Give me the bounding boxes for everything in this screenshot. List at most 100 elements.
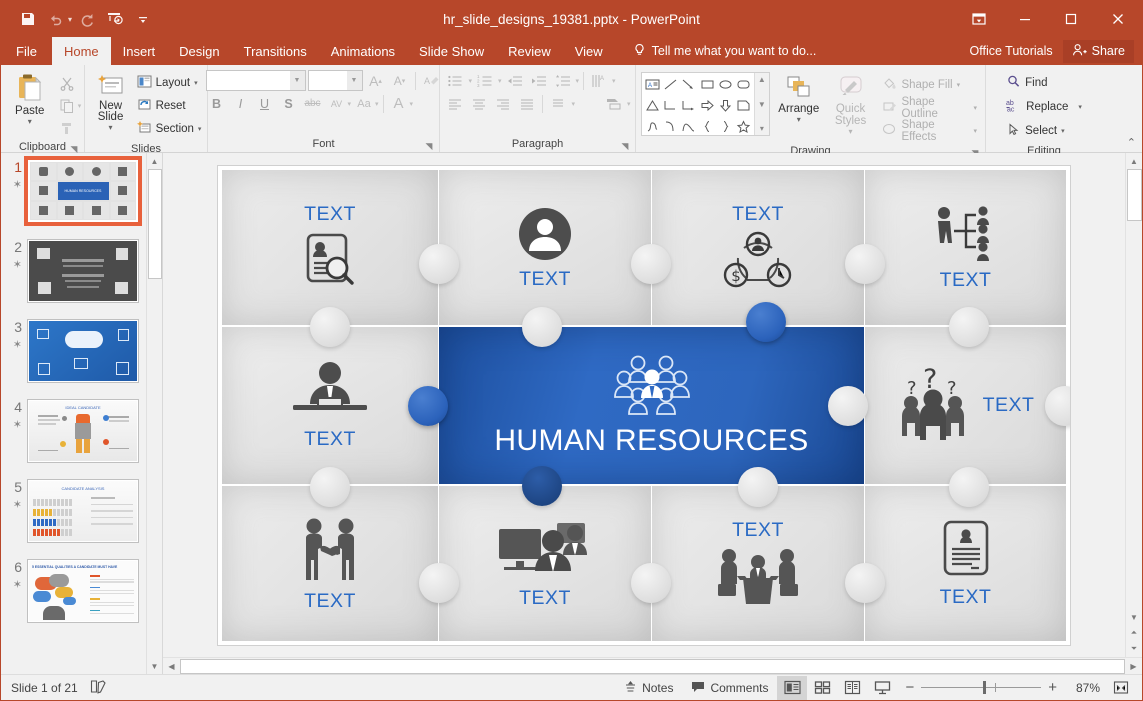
- close-icon[interactable]: [1094, 1, 1142, 37]
- tab-insert[interactable]: Insert: [111, 37, 168, 65]
- font-size-dropdown-icon[interactable]: ▼: [346, 71, 362, 90]
- format-painter-button[interactable]: [56, 117, 78, 138]
- account-name[interactable]: Office Tutorials: [960, 44, 1063, 58]
- shapes-scroll-up-icon[interactable]: ▲: [758, 75, 766, 84]
- italic-button[interactable]: I: [230, 93, 252, 114]
- thumbnail-slide-3[interactable]: [27, 319, 139, 383]
- previous-slide-icon[interactable]: ⏶: [1126, 625, 1142, 641]
- next-slide-icon[interactable]: ⏷: [1126, 641, 1142, 657]
- shapes-scroll-down-icon[interactable]: ▼: [758, 100, 766, 109]
- copy-button[interactable]: [56, 95, 78, 116]
- share-button[interactable]: Share: [1062, 39, 1134, 63]
- shape-pentagon-icon[interactable]: [735, 95, 753, 116]
- tab-view[interactable]: View: [563, 37, 615, 65]
- puzzle-piece-r1c2[interactable]: TEXT: [439, 169, 651, 325]
- shape-fill-button[interactable]: Shape Fill ▾: [879, 74, 980, 96]
- strikethrough-button[interactable]: abc: [302, 93, 324, 114]
- reading-view-button[interactable]: [837, 676, 867, 700]
- slideshow-button[interactable]: [867, 676, 897, 700]
- tab-home[interactable]: Home: [51, 37, 111, 65]
- shape-down-arrow-icon[interactable]: [716, 95, 734, 116]
- shapes-gallery[interactable]: A ▲ ▼ ▾: [641, 72, 770, 136]
- zoom-slider-handle[interactable]: [983, 681, 987, 694]
- thumbnail-scroll-down-icon[interactable]: ▼: [146, 658, 162, 674]
- puzzle-piece-r2c4[interactable]: ? ? ? TEXT: [865, 326, 1066, 484]
- undo-icon[interactable]: [43, 6, 69, 32]
- increase-font-size-button[interactable]: A ▴: [365, 70, 387, 91]
- arrange-button[interactable]: Arrange ▾: [776, 72, 822, 124]
- increase-indent-button[interactable]: [528, 70, 550, 91]
- shape-triangle-icon[interactable]: [643, 95, 661, 116]
- convert-smartart-button[interactable]: [603, 93, 625, 114]
- shape-oval-icon[interactable]: [716, 74, 734, 95]
- shape-outline-button[interactable]: Shape Outline ▾: [879, 96, 980, 120]
- slide-sorter-button[interactable]: [807, 676, 837, 700]
- plus-icon[interactable]: +: [1048, 680, 1057, 695]
- slide-canvas[interactable]: TEXT TEXT TEXT $ TEXT TEXT HUMAN RESOURC…: [218, 165, 1070, 645]
- layout-button[interactable]: Layout ▾: [134, 72, 205, 94]
- slide-horizontal-scrollbar[interactable]: ◀ ▶: [163, 657, 1142, 674]
- fit-to-window-button[interactable]: [1108, 677, 1134, 699]
- new-slide-button[interactable]: New Slide ▾: [88, 70, 134, 132]
- thumbnail-scrollbar-thumb[interactable]: [147, 169, 162, 279]
- tab-slide-show[interactable]: Slide Show: [407, 37, 496, 65]
- shape-elbow-arrow-icon[interactable]: [680, 95, 698, 116]
- puzzle-piece-r3c3[interactable]: TEXT: [652, 485, 864, 641]
- section-button[interactable]: Section ▾: [134, 118, 205, 140]
- thumbnail-slide-6[interactable]: 5 ESSENTIAL QUALITIES A CANDIDATE MUST H…: [27, 559, 139, 623]
- start-slideshow-icon[interactable]: [102, 6, 128, 32]
- shape-scribble-icon[interactable]: [643, 116, 661, 137]
- thumbnail-row[interactable]: 3 ✶: [7, 319, 162, 383]
- paste-button[interactable]: Paste ▾: [4, 70, 56, 126]
- thumbnail-row[interactable]: 6 ✶ 5 ESSENTIAL QUALITIES A CANDIDATE MUS…: [7, 559, 162, 623]
- puzzle-piece-center-human-resources[interactable]: HUMAN RESOURCES: [439, 326, 864, 484]
- ribbon-display-options-icon[interactable]: [956, 1, 1002, 37]
- columns-button[interactable]: [547, 93, 569, 114]
- shape-curve-icon[interactable]: [661, 116, 679, 137]
- tab-review[interactable]: Review: [496, 37, 563, 65]
- thumbnail-row[interactable]: 4 ✶ IDEAL CANDIDATE: [7, 399, 162, 463]
- shape-rectangle-icon[interactable]: [698, 74, 716, 95]
- puzzle-piece-r3c2[interactable]: TEXT: [439, 485, 651, 641]
- puzzle-piece-r1c1[interactable]: TEXT: [222, 169, 438, 325]
- thumbnail-row[interactable]: 5 ✶ CANDIDATE ANALYSIS: [7, 479, 162, 543]
- thumbnail-row[interactable]: 1 ✶ HUMAN RESOURCES: [7, 156, 162, 226]
- minimize-icon[interactable]: [1002, 1, 1048, 37]
- slide-scroll-left-icon[interactable]: ◀: [163, 658, 180, 675]
- bold-button[interactable]: B: [206, 93, 228, 114]
- replace-button[interactable]: ab ac Replace ▾: [1003, 96, 1085, 118]
- slide-vscroll-thumb[interactable]: [1126, 169, 1142, 221]
- shape-effects-button[interactable]: Shape Effects ▾: [879, 119, 980, 143]
- hscroll-track[interactable]: [180, 658, 1125, 674]
- undo-dropdown-icon[interactable]: ▾: [68, 15, 72, 24]
- tab-transitions[interactable]: Transitions: [232, 37, 319, 65]
- minus-icon[interactable]: −: [905, 680, 914, 695]
- restore-icon[interactable]: [1048, 1, 1094, 37]
- shapes-more-icon[interactable]: ▾: [760, 124, 764, 133]
- thumbnail-slide-2[interactable]: [27, 239, 139, 303]
- tab-file[interactable]: File: [1, 37, 52, 65]
- decrease-indent-button[interactable]: [504, 70, 526, 91]
- customize-qat-icon[interactable]: [130, 6, 156, 32]
- slide-scroll-right-icon[interactable]: ▶: [1125, 658, 1142, 675]
- clear-formatting-button[interactable]: A: [420, 70, 442, 91]
- shape-right-brace-icon[interactable]: [716, 116, 734, 137]
- select-button[interactable]: Select ▾: [1003, 120, 1085, 142]
- thumbnail-slide-5[interactable]: CANDIDATE ANALYSIS: [27, 479, 139, 543]
- shape-elbow-connector-icon[interactable]: [661, 95, 679, 116]
- find-button[interactable]: Find: [1003, 72, 1085, 94]
- comments-button[interactable]: Comments: [682, 675, 777, 701]
- tell-me-search[interactable]: Tell me what you want to do...: [615, 37, 816, 65]
- shape-rounded-rect-icon[interactable]: [735, 74, 753, 95]
- decrease-font-size-button[interactable]: A ▾: [389, 70, 411, 91]
- notes-page-icon[interactable]: [90, 679, 107, 697]
- puzzle-piece-r2c1[interactable]: TEXT: [222, 326, 438, 484]
- text-shadow-button[interactable]: S: [278, 93, 300, 114]
- shape-right-arrow-icon[interactable]: [698, 95, 716, 116]
- thumbnail-row[interactable]: 2 ✶: [7, 239, 162, 303]
- align-right-button[interactable]: [492, 93, 514, 114]
- font-size-combo[interactable]: ▼: [307, 70, 363, 91]
- hscroll-thumb[interactable]: [180, 658, 1125, 674]
- normal-view-button[interactable]: [777, 675, 808, 700]
- reset-button[interactable]: Reset: [134, 95, 205, 117]
